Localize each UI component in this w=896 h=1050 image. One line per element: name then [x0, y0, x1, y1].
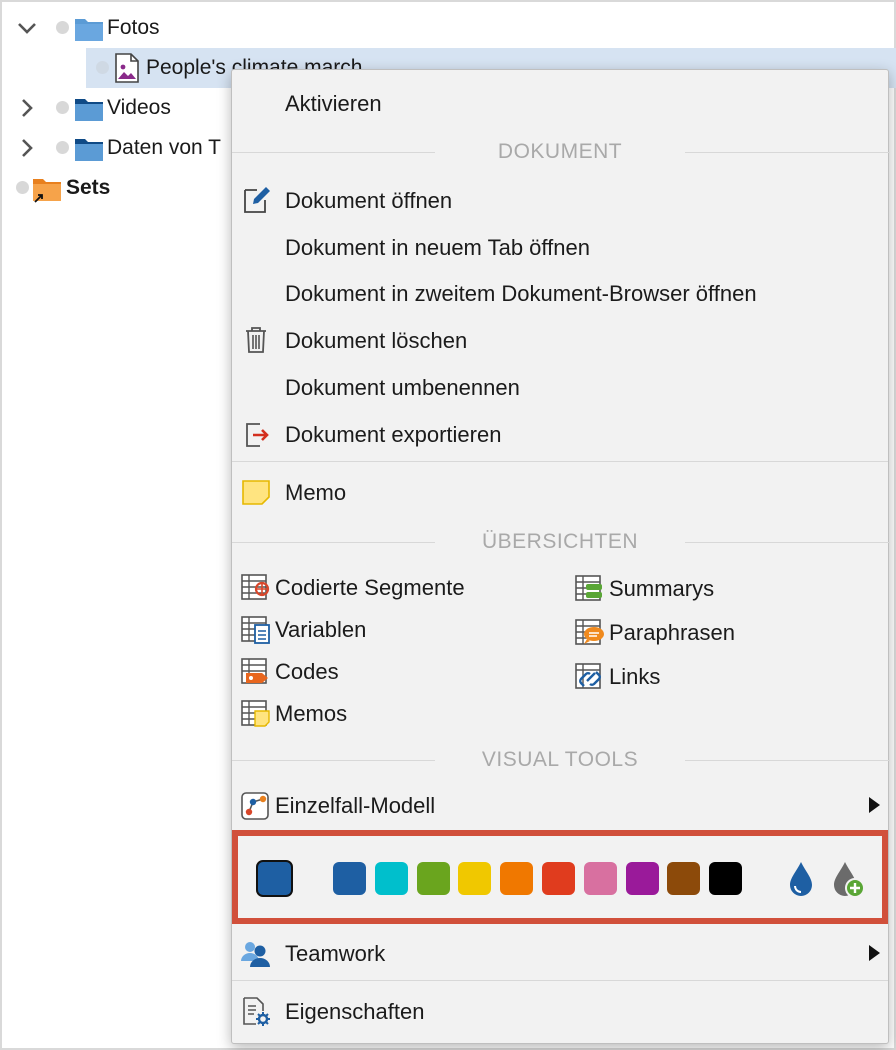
chevron-down-icon[interactable]	[16, 17, 38, 39]
menu-item-open-new-tab[interactable]: Dokument in neuem Tab öffnen	[232, 227, 888, 267]
status-dot	[96, 61, 109, 74]
menu-item-activate[interactable]: Aktivieren	[232, 83, 888, 123]
submenu-arrow-icon	[869, 797, 880, 813]
set-folder-icon	[33, 179, 61, 203]
links-table-icon	[575, 663, 601, 689]
menu-item-label: Summarys	[609, 576, 715, 601]
folder-icon	[75, 99, 103, 121]
menu-item-label: Dokument öffnen	[285, 188, 453, 213]
menu-item-rename-document[interactable]: Dokument umbenennen	[232, 367, 888, 407]
variables-table-icon	[241, 616, 270, 644]
menu-item-label: Dokument exportieren	[285, 422, 502, 447]
properties-icon	[243, 997, 270, 1026]
menu-item-label: Memo	[285, 480, 347, 505]
tree-item-daten[interactable]: Daten von T	[2, 128, 231, 168]
color-swatch[interactable]	[542, 862, 575, 895]
tree-item-label: Daten von T	[107, 136, 222, 159]
tree-item-label: Sets	[66, 176, 111, 199]
custom-color-drop-icon[interactable]	[786, 859, 816, 899]
menu-item-open-document[interactable]: Dokument öffnen	[232, 180, 888, 220]
color-swatch[interactable]	[374, 862, 408, 895]
menu-item-label: Teamwork	[285, 941, 386, 966]
folder-icon	[75, 19, 103, 41]
paraphrase-table-icon	[575, 619, 604, 645]
summarys-table-icon	[575, 575, 602, 601]
color-swatch[interactable]	[458, 862, 492, 895]
memos-table-icon	[241, 700, 270, 727]
teamwork-icon	[241, 942, 270, 967]
color-swatch[interactable]	[500, 862, 534, 895]
section-header-overviews: ÜBERSICHTEN	[232, 528, 890, 558]
tree-item-label: Videos	[107, 96, 171, 119]
chevron-right-icon[interactable]	[16, 137, 38, 159]
menu-item-label: Codes	[275, 659, 339, 684]
color-swatch[interactable]	[709, 862, 743, 895]
single-case-model-icon	[241, 792, 269, 820]
color-picker-bar	[232, 830, 888, 924]
image-document-icon	[115, 53, 139, 83]
menu-item-open-second-browser[interactable]: Dokument in zweitem Dokument-Browser öff…	[232, 273, 888, 313]
context-menu: Aktivieren DOKUMENT Dokument öffnen Doku…	[231, 69, 890, 1044]
section-title: ÜBERSICHTEN	[481, 530, 639, 553]
coded-segments-table-icon	[241, 574, 270, 600]
menu-item-label: Dokument umbenennen	[285, 375, 520, 400]
menu-item-label: Einzelfall-Modell	[275, 793, 436, 818]
status-dot	[56, 101, 69, 114]
chevron-right-icon[interactable]	[16, 97, 38, 119]
section-title: DOKUMENT	[497, 140, 623, 163]
menu-item-memo[interactable]: Memo	[232, 472, 888, 512]
trash-icon	[246, 327, 266, 353]
tree-item-fotos[interactable]: Fotos	[2, 8, 302, 48]
separator	[232, 980, 888, 981]
color-swatch[interactable]	[667, 862, 701, 895]
menu-item-label: Aktivieren	[285, 91, 382, 116]
menu-item-label: Eigenschaften	[285, 999, 425, 1024]
menu-item-label: Dokument in neuem Tab öffnen	[285, 235, 590, 260]
menu-item-label: Links	[609, 664, 661, 689]
menu-item-label: Paraphrasen	[609, 620, 735, 645]
codes-table-icon	[241, 658, 268, 684]
export-icon	[246, 423, 269, 447]
color-swatch[interactable]	[333, 862, 366, 895]
menu-item-export-document[interactable]: Dokument exportieren	[232, 414, 888, 454]
submenu-arrow-icon	[869, 945, 880, 961]
memo-icon	[242, 480, 270, 505]
menu-item-teamwork[interactable]: Teamwork	[232, 933, 888, 973]
menu-item-label: Codierte Segmente	[275, 575, 465, 600]
color-swatch[interactable]	[416, 862, 450, 895]
menu-item-label: Dokument in zweitem Dokument-Browser öff…	[285, 281, 757, 306]
color-swatch[interactable]	[625, 862, 659, 895]
edit-document-icon	[244, 187, 270, 213]
menu-item-single-case-model[interactable]: Einzelfall-Modell	[232, 785, 888, 825]
menu-item-delete-document[interactable]: Dokument löschen	[232, 320, 888, 360]
status-dot	[16, 181, 29, 194]
current-color-swatch[interactable]	[256, 860, 293, 897]
status-dot	[56, 141, 69, 154]
menu-item-properties[interactable]: Eigenschaften	[232, 991, 888, 1031]
menu-item-label: Variablen	[275, 617, 367, 642]
menu-item-label: Dokument löschen	[285, 328, 468, 353]
color-swatch[interactable]	[583, 862, 617, 895]
section-header-visual-tools: VISUAL TOOLS	[232, 746, 890, 776]
tree-item-sets[interactable]: Sets	[2, 168, 231, 208]
menu-item-label: Memos	[275, 701, 348, 726]
section-header-document: DOKUMENT	[232, 138, 890, 168]
status-dot	[56, 21, 69, 34]
tree-item-label: Fotos	[107, 16, 160, 39]
separator	[232, 461, 888, 462]
section-title: VISUAL TOOLS	[481, 748, 639, 771]
window-frame: Fotos People's climate march Videos Date…	[0, 0, 896, 1050]
folder-icon	[75, 139, 103, 161]
add-color-icon[interactable]	[832, 859, 866, 899]
